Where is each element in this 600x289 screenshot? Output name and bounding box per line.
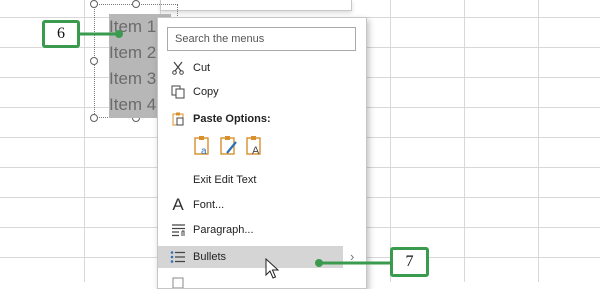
copy-icon <box>170 84 186 100</box>
menu-item-label: Font... <box>193 199 225 211</box>
overlapping-window-edge <box>160 0 352 11</box>
callout-number-7: 7 <box>390 247 429 277</box>
menu-item-paste-options: Paste Options: <box>158 108 366 130</box>
paste-keep-formatting-icon[interactable]: a <box>193 135 213 161</box>
paste-text-only-icon[interactable]: A <box>245 135 265 161</box>
menu-item-paragraph[interactable]: Paragraph... <box>158 219 366 241</box>
search-menus-input[interactable]: Search the menus <box>167 27 356 51</box>
paragraph-icon <box>170 222 186 238</box>
resize-handle-top-left[interactable] <box>90 0 98 8</box>
bullets-icon <box>170 249 186 265</box>
context-menu: Search the menus Cut Copy Paste Options:… <box>157 17 367 289</box>
chevron-right-icon: › <box>350 249 355 264</box>
menu-item-exit-edit-text[interactable]: Exit Edit Text <box>158 169 366 191</box>
menu-item-bullets[interactable]: Bullets <box>158 246 343 268</box>
menu-item-label: Paragraph... <box>193 224 254 236</box>
callout-number-6: 6 <box>42 20 80 48</box>
menu-item-font[interactable]: A Font... <box>158 194 366 216</box>
svg-text:A: A <box>252 145 260 157</box>
menu-item-label: Copy <box>193 86 219 98</box>
menu-item-partial <box>158 270 366 288</box>
resize-handle-left[interactable] <box>90 57 98 65</box>
menu-item-label: Exit Edit Text <box>193 174 257 186</box>
menu-item-label: Paste Options: <box>193 113 271 125</box>
resize-handle-bottom-left[interactable] <box>90 114 98 122</box>
svg-text:a: a <box>201 146 207 157</box>
menu-item-copy[interactable]: Copy <box>158 81 366 103</box>
resize-handle-top[interactable] <box>132 0 140 8</box>
menu-item-cut[interactable]: Cut <box>158 57 366 79</box>
clipboard-icon <box>170 111 186 127</box>
font-icon: A <box>172 195 184 214</box>
scissors-icon <box>170 60 186 76</box>
paste-merge-formatting-icon[interactable] <box>219 135 239 161</box>
menu-item-label: Cut <box>193 62 211 74</box>
menu-item-label: Bullets <box>193 251 227 263</box>
partial-icon <box>170 273 186 288</box>
